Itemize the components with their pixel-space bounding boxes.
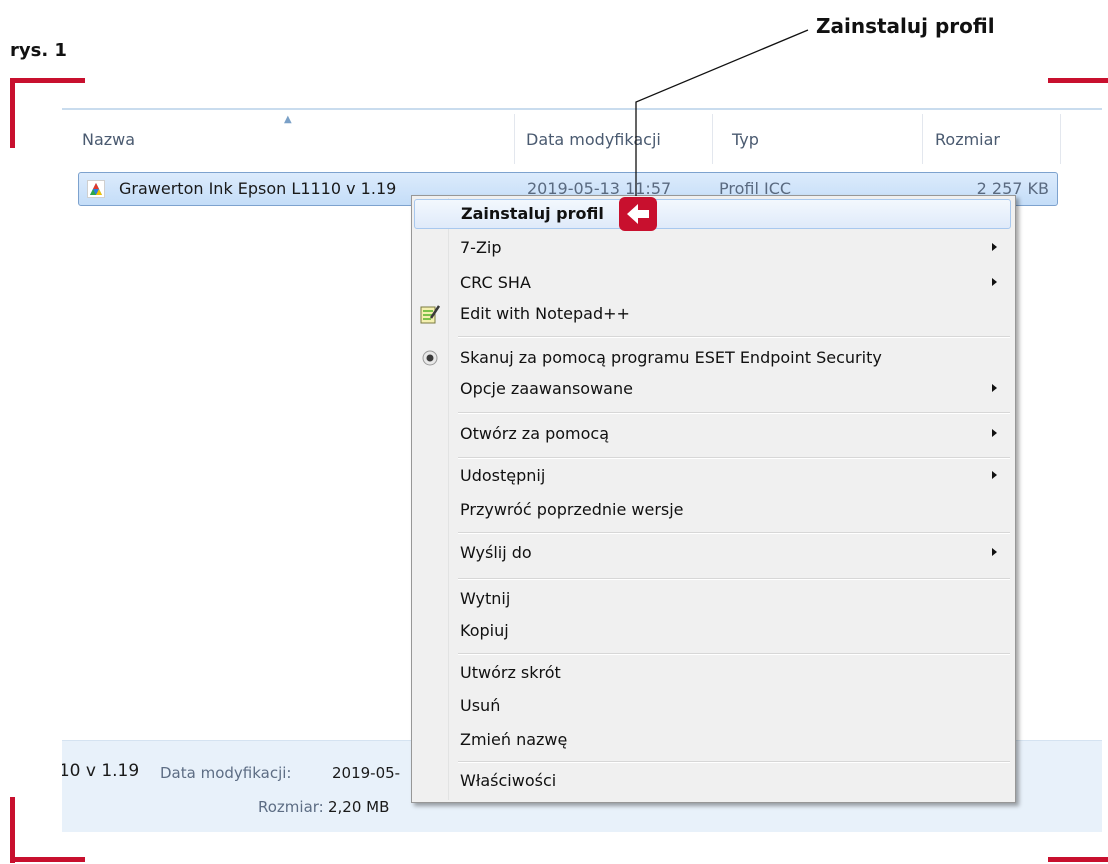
callout-leader-line [635,29,809,196]
